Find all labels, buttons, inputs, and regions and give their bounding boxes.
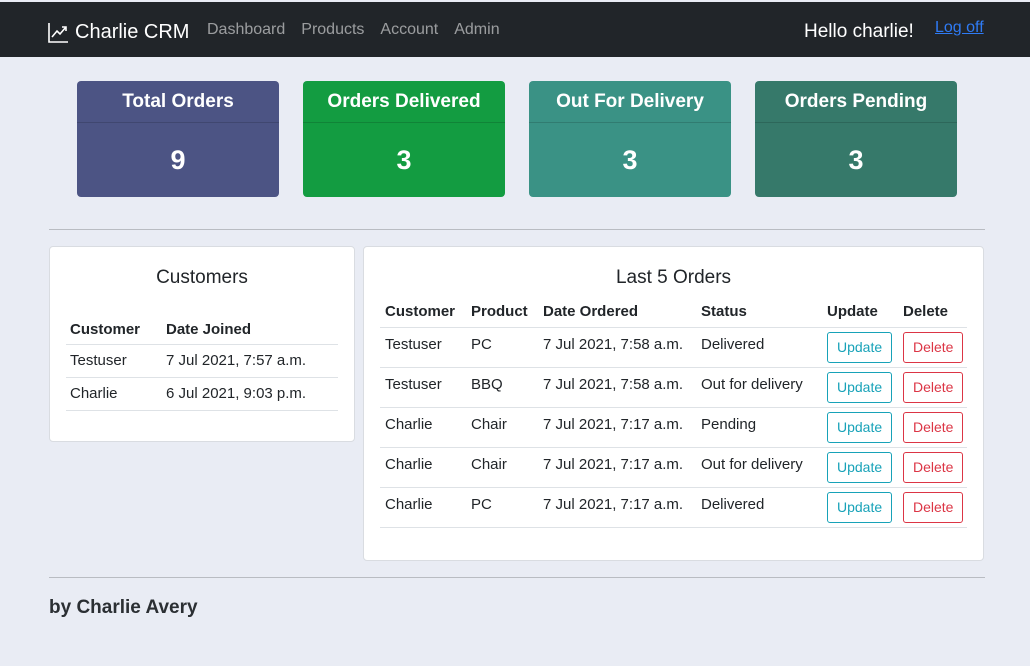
customer-cell: Charlie (380, 487, 466, 528)
divider (49, 577, 985, 578)
date-ordered-cell: 7 Jul 2021, 7:17 a.m. (538, 407, 696, 448)
orders-title: Last 5 Orders (615, 267, 732, 288)
stat-card-label: Total Orders (77, 81, 279, 123)
table-row: Charlie PC 7 Jul 2021, 7:17 a.m. Delivered U… (380, 487, 967, 528)
product-cell: BBQ (466, 367, 538, 408)
table-header-row: Customer Product Date Ordered Status Upd… (380, 297, 967, 328)
status-cell: Delivered (696, 487, 822, 528)
stat-card-value: 3 (396, 144, 412, 175)
nav-link-dashboard[interactable]: Dashboard (207, 21, 285, 39)
delete-button[interactable]: Delete (903, 491, 964, 523)
delete-cell: Delete (898, 327, 967, 368)
table-row: Charlie Chair 7 Jul 2021, 7:17 a.m. Pending… (380, 407, 967, 448)
customer-cell: Charlie (380, 407, 466, 448)
update-cell: Update (822, 487, 898, 528)
chart-line-icon (48, 22, 68, 43)
navbar: Charlie CRM Dashboard Products Account A… (0, 0, 1030, 57)
column-header: Customer (380, 297, 466, 328)
delete-cell: Delete (898, 407, 967, 448)
column-header: Delete (898, 297, 967, 328)
product-cell: Chair (466, 407, 538, 448)
update-button[interactable]: Update (827, 371, 893, 403)
update-button[interactable]: Update (827, 331, 893, 363)
date-joined-cell: 6 Jul 2021, 9:03 p.m. (162, 377, 338, 411)
nav-link-products[interactable]: Products (301, 21, 364, 39)
table-header-row: Customer Date Joined (66, 315, 338, 345)
user-greeting: Hello charlie! (804, 21, 914, 42)
orders-panel: Last 5 Orders Customer Product Date Orde… (363, 246, 984, 561)
stat-card-label: Orders Delivered (303, 81, 505, 123)
column-header: Date Ordered (538, 297, 696, 328)
status-cell: Delivered (696, 327, 822, 368)
stat-card-value: 3 (848, 144, 864, 175)
date-ordered-cell: 7 Jul 2021, 7:58 a.m. (538, 327, 696, 368)
stat-card-out-for-delivery: Out For Delivery 3 (529, 81, 731, 197)
stat-card-label: Orders Pending (755, 81, 957, 123)
delete-button[interactable]: Delete (903, 331, 964, 363)
customer-cell: Charlie (380, 447, 466, 488)
footer-author: by Charlie Avery (49, 597, 198, 618)
delete-cell: Delete (898, 447, 967, 488)
date-ordered-cell: 7 Jul 2021, 7:17 a.m. (538, 447, 696, 488)
orders-table: Customer Product Date Ordered Status Upd… (380, 297, 967, 528)
customer-cell: Testuser (380, 367, 466, 408)
brand-link[interactable]: Charlie CRM (48, 20, 189, 44)
nav-link-admin[interactable]: Admin (454, 21, 499, 39)
status-cell: Pending (696, 407, 822, 448)
stat-card-total-orders: Total Orders 9 (77, 81, 279, 197)
column-header: Status (696, 297, 822, 328)
update-cell: Update (822, 447, 898, 488)
delete-button[interactable]: Delete (903, 451, 964, 483)
customers-table: Customer Date Joined Testuser 7 Jul 2021,… (66, 315, 338, 411)
stat-card-orders-delivered: Orders Delivered 3 (303, 81, 505, 197)
column-header: Customer (66, 315, 162, 345)
update-button[interactable]: Update (827, 451, 893, 483)
logoff-link[interactable]: Log off (935, 19, 984, 37)
nav-link-account[interactable]: Account (380, 21, 438, 39)
date-ordered-cell: 7 Jul 2021, 7:17 a.m. (538, 487, 696, 528)
update-button[interactable]: Update (827, 491, 893, 523)
customers-panel: Customers Customer Date Joined Testuser 7… (49, 246, 355, 442)
table-row: Testuser BBQ 7 Jul 2021, 7:58 a.m. Out for … (380, 367, 967, 408)
update-cell: Update (822, 367, 898, 408)
update-cell: Update (822, 407, 898, 448)
table-row: Testuser PC 7 Jul 2021, 7:58 a.m. Delivered… (380, 327, 967, 368)
delete-button[interactable]: Delete (903, 411, 964, 443)
column-header: Date Joined (162, 315, 338, 345)
table-row: Testuser 7 Jul 2021, 7:57 a.m. (66, 344, 338, 378)
table-row: Charlie 6 Jul 2021, 9:03 p.m. (66, 377, 338, 411)
date-ordered-cell: 7 Jul 2021, 7:58 a.m. (538, 367, 696, 408)
brand-title: Charlie CRM (75, 20, 190, 43)
customer-cell: Testuser (380, 327, 466, 368)
stat-card-label: Out For Delivery (529, 81, 731, 123)
update-cell: Update (822, 327, 898, 368)
stat-card-value: 3 (622, 144, 638, 175)
product-cell: PC (466, 327, 538, 368)
product-cell: Chair (466, 447, 538, 488)
stat-card-orders-pending: Orders Pending 3 (755, 81, 957, 197)
delete-cell: Delete (898, 487, 967, 528)
status-cell: Out for delivery (696, 367, 822, 408)
delete-cell: Delete (898, 367, 967, 408)
stat-card-value: 9 (170, 144, 186, 175)
customer-name-cell: Testuser (66, 344, 162, 378)
update-button[interactable]: Update (827, 411, 893, 443)
customer-name-cell: Charlie (66, 377, 162, 411)
status-cell: Out for delivery (696, 447, 822, 488)
table-row: Charlie Chair 7 Jul 2021, 7:17 a.m. Out for… (380, 447, 967, 488)
column-header: Product (466, 297, 538, 328)
nav-links: Dashboard Products Account Admin (207, 21, 516, 39)
date-joined-cell: 7 Jul 2021, 7:57 a.m. (162, 344, 338, 378)
divider (49, 229, 985, 230)
product-cell: PC (466, 487, 538, 528)
customers-title: Customers (156, 267, 248, 288)
delete-button[interactable]: Delete (903, 371, 964, 403)
column-header: Update (822, 297, 898, 328)
